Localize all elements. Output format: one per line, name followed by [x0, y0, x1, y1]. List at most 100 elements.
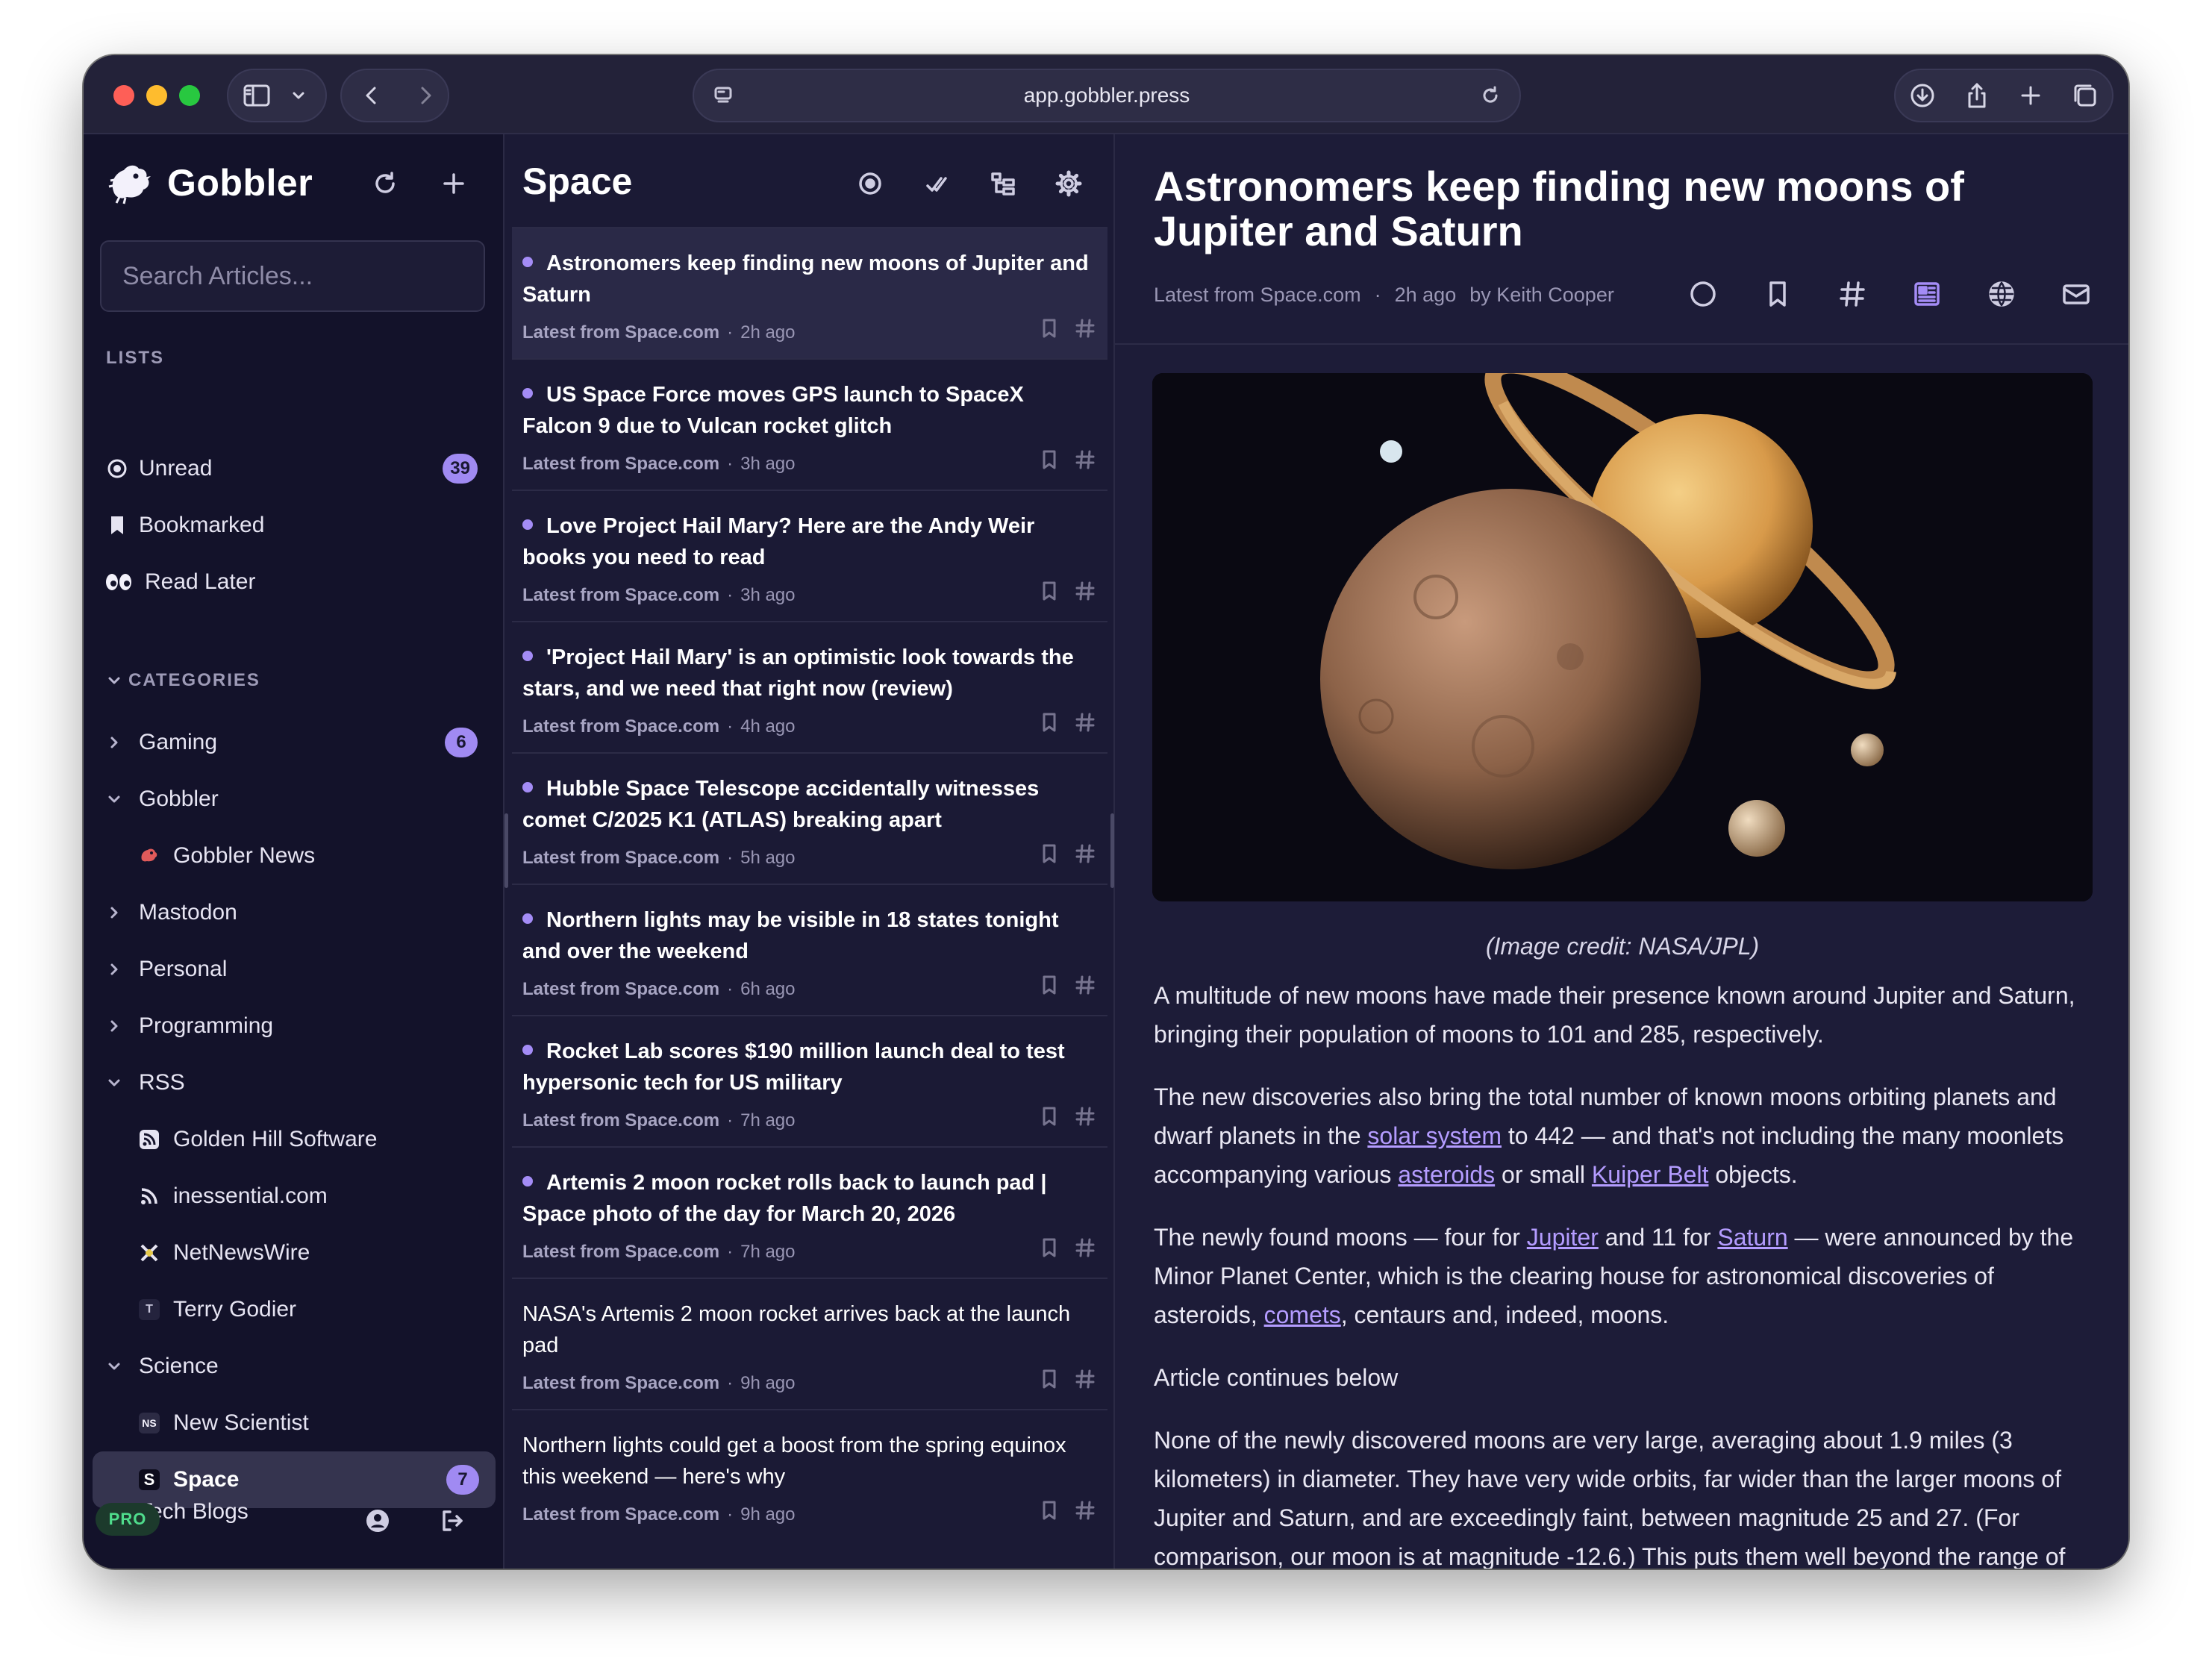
tree-layout-icon — [991, 172, 1015, 196]
bookmark-icon[interactable] — [1037, 1498, 1061, 1522]
article-list-item[interactable]: Hubble Space Telescope accidentally witn… — [512, 752, 1107, 884]
article-list-item[interactable]: Northern lights may be visible in 18 sta… — [512, 884, 1107, 1015]
tab-overview-icon[interactable] — [2071, 81, 2099, 110]
sidebar-item-science[interactable]: Science — [91, 1339, 494, 1393]
toggle-read-button[interactable] — [1666, 273, 1740, 315]
new-tab-icon[interactable] — [2016, 81, 2045, 110]
asteroids-link[interactable]: asteroids — [1398, 1161, 1495, 1188]
article-list-time: 3h ago — [740, 454, 796, 474]
list-scrollbar[interactable] — [1110, 813, 1114, 888]
bookmark-button[interactable] — [1740, 273, 1815, 315]
email-share-button[interactable] — [2039, 273, 2113, 315]
article-list-meta: Latest from Space.com · 2h ago — [522, 322, 796, 343]
article-list-actions — [1037, 973, 1097, 997]
article-list-item[interactable]: US Space Force moves GPS launch to Space… — [512, 358, 1107, 490]
article-list-item[interactable]: Rocket Lab scores $190 million launch de… — [512, 1015, 1107, 1146]
jupiter-link[interactable]: Jupiter — [1527, 1224, 1599, 1251]
sidebar-item-inessential[interactable]: inessential.com — [91, 1169, 494, 1223]
meta-separator: · — [727, 585, 734, 605]
hashtag-icon[interactable] — [1073, 842, 1097, 866]
sidebar-item-read-later[interactable]: Read Later — [91, 555, 494, 609]
article-source[interactable]: Latest from Space.com — [1154, 284, 1361, 307]
categories-heading[interactable]: CATEGORIES — [91, 658, 494, 703]
list-settings-button[interactable] — [1048, 163, 1090, 204]
sidebar-item-new-scientist[interactable]: NS New Scientist — [91, 1396, 494, 1450]
reader-view-button[interactable] — [1890, 273, 1964, 315]
hashtag-icon[interactable] — [1073, 448, 1097, 472]
bookmark-icon[interactable] — [1037, 1367, 1061, 1391]
filter-unread-button[interactable] — [849, 163, 891, 204]
hashtag-icon — [1840, 281, 1865, 307]
hashtag-icon[interactable] — [1073, 579, 1097, 603]
close-window-button[interactable] — [113, 85, 134, 106]
kuiper-belt-link[interactable]: Kuiper Belt — [1592, 1161, 1709, 1188]
hashtag-icon[interactable] — [1073, 1104, 1097, 1128]
hashtag-icon[interactable] — [1073, 1498, 1097, 1522]
back-icon[interactable] — [358, 82, 385, 109]
sidebar-item-personal[interactable]: Personal — [91, 942, 494, 996]
zoom-window-button[interactable] — [179, 85, 200, 106]
forward-icon[interactable] — [412, 82, 439, 109]
saturn-link[interactable]: Saturn — [1717, 1224, 1787, 1251]
bookmark-icon[interactable] — [1037, 1236, 1061, 1260]
hashtag-icon[interactable] — [1073, 710, 1097, 734]
sidebar-item-unread[interactable]: Unread 39 — [91, 442, 494, 495]
sidebar-item-mastodon[interactable]: Mastodon — [91, 886, 494, 939]
chevron-down-icon — [106, 672, 122, 689]
add-feed-button[interactable] — [433, 163, 475, 204]
page-settings-icon[interactable] — [712, 84, 734, 107]
article-list-meta: Latest from Space.com · 3h ago — [522, 454, 796, 475]
hashtag-icon[interactable] — [1073, 1367, 1097, 1391]
sidebar-toggle-button[interactable] — [227, 69, 327, 122]
article-list-item[interactable]: Artemis 2 moon rocket rolls back to laun… — [512, 1146, 1107, 1278]
article-list-item[interactable]: Northern lights could get a boost from t… — [512, 1409, 1107, 1540]
rss-feed-icon — [139, 1129, 160, 1150]
bookmark-icon[interactable] — [1037, 842, 1061, 866]
sidebar-item-bookmarked[interactable]: Bookmarked — [91, 498, 494, 552]
meta-separator: · — [727, 1110, 734, 1131]
hashtag-icon[interactable] — [1073, 316, 1097, 340]
search-input[interactable] — [100, 240, 485, 312]
solar-system-link[interactable]: solar system — [1367, 1122, 1502, 1149]
article-list-item[interactable]: Astronomers keep finding new moons of Ju… — [512, 227, 1107, 358]
sidebar-item-terry-godier[interactable]: T Terry Godier — [91, 1283, 494, 1336]
open-in-browser-button[interactable] — [1964, 273, 2039, 315]
article-list-actions — [1037, 1367, 1097, 1391]
bookmark-icon[interactable] — [1037, 579, 1061, 603]
article-list-item[interactable]: Love Project Hail Mary? Here are the And… — [512, 490, 1107, 621]
sidebar-item-gobbler[interactable]: Gobbler — [91, 772, 494, 826]
article-list-meta: Latest from Space.com · 7h ago — [522, 1242, 796, 1263]
bookmark-icon[interactable] — [1037, 316, 1061, 340]
share-icon[interactable] — [1963, 81, 1991, 110]
pro-badge[interactable]: PRO — [96, 1503, 160, 1536]
hashtag-icon[interactable] — [1073, 973, 1097, 997]
bookmark-icon[interactable] — [1037, 973, 1061, 997]
account-button[interactable] — [357, 1500, 399, 1542]
refresh-button[interactable] — [364, 163, 406, 204]
sidebar-item-rss[interactable]: RSS — [91, 1056, 494, 1110]
tag-button[interactable] — [1815, 273, 1890, 315]
sidebar-item-golden-hill-software[interactable]: Golden Hill Software — [91, 1113, 494, 1166]
minimize-window-button[interactable] — [146, 85, 167, 106]
article-list-item[interactable]: NASA's Artemis 2 moon rocket arrives bac… — [512, 1278, 1107, 1409]
list-layout-button[interactable] — [982, 163, 1024, 204]
meta-separator: · — [727, 322, 734, 343]
sidebar-item-gobbler-news[interactable]: Gobbler News — [91, 829, 494, 883]
meta-separator: · — [727, 716, 734, 737]
bookmark-icon[interactable] — [1037, 710, 1061, 734]
reload-icon[interactable] — [1479, 84, 1502, 107]
address-bar[interactable]: app.gobbler.press — [693, 69, 1521, 122]
hashtag-icon[interactable] — [1073, 1236, 1097, 1260]
sidebar-item-gaming[interactable]: Gaming 6 — [91, 716, 494, 769]
mark-all-read-button[interactable] — [915, 163, 957, 204]
logout-button[interactable] — [431, 1500, 473, 1542]
browser-window: app.gobbler.press Gobbler Search Article… — [84, 55, 2128, 1569]
article-list-item[interactable]: 'Project Hail Mary' is an optimistic loo… — [512, 621, 1107, 752]
bookmark-icon[interactable] — [1037, 1104, 1061, 1128]
sidebar-item-netnewswire[interactable]: NetNewsWire — [91, 1226, 494, 1280]
download-icon[interactable] — [1908, 81, 1937, 110]
sidebar-item-programming[interactable]: Programming — [91, 999, 494, 1053]
comets-link[interactable]: comets — [1264, 1301, 1341, 1328]
bookmark-icon[interactable] — [1037, 448, 1061, 472]
sidebar-item-label: Golden Hill Software — [173, 1127, 378, 1151]
